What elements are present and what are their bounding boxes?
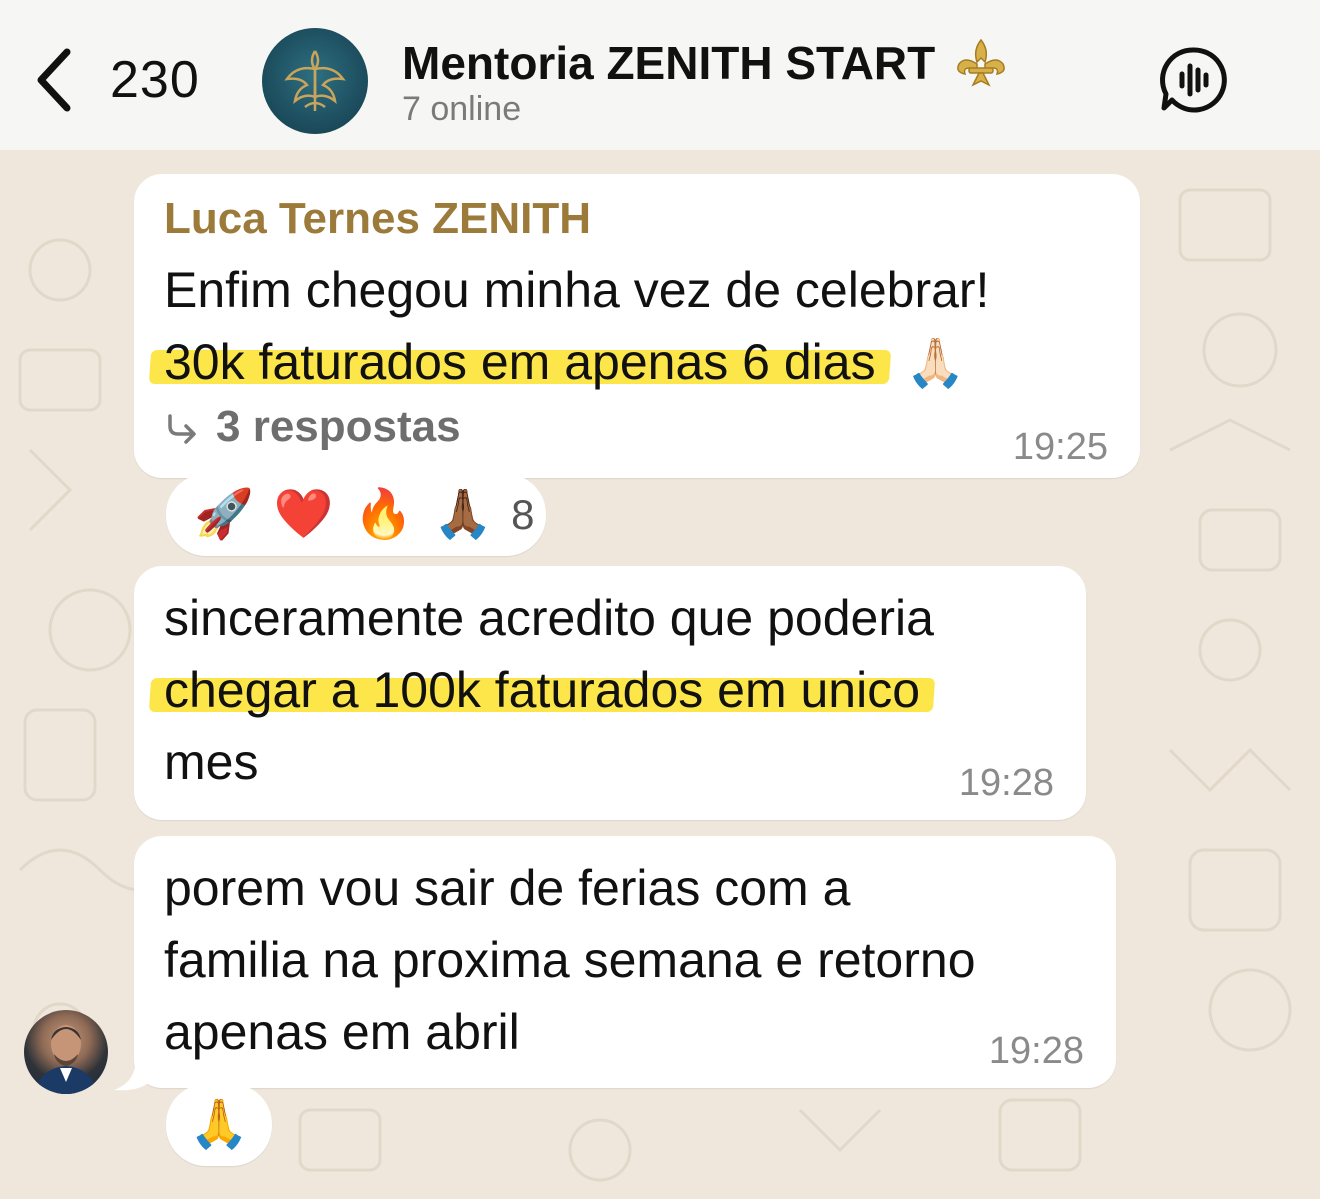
rocket-reaction[interactable]: 🚀 xyxy=(194,491,254,539)
heart-reaction[interactable]: ❤️ xyxy=(274,491,334,539)
user-avatar[interactable] xyxy=(24,1010,108,1094)
message-text: sinceramente acredito que poderia xyxy=(164,590,934,646)
message-bubble[interactable]: Luca Ternes ZENITH Enfim chegou minha ve… xyxy=(134,174,1140,478)
user-photo xyxy=(34,1025,98,1094)
group-title[interactable]: Mentoria ZENITH START xyxy=(402,36,1009,90)
message-time: 19:28 xyxy=(958,762,1054,804)
message-bubble[interactable]: sinceramente acredito que poderia chegar… xyxy=(134,566,1086,820)
reply-arrow-icon xyxy=(168,414,196,444)
fleur-de-lis-icon xyxy=(953,38,1009,88)
message-text: familia na proxima semana e retorno xyxy=(164,932,976,988)
voice-chat-icon xyxy=(1160,47,1227,113)
group-name: Mentoria ZENITH START xyxy=(402,37,936,89)
message-text-highlighted: 30k faturados em apenas 6 dias 🙏🏻 xyxy=(164,326,975,398)
highlighted-text: 30k faturados em apenas 6 dias xyxy=(164,334,876,390)
chevron-left-icon xyxy=(30,40,76,120)
back-button[interactable]: 230 xyxy=(30,40,220,120)
reactions-bar[interactable]: 🚀 ❤️ 🔥 🙏🏾 8 xyxy=(166,474,546,556)
message-time: 19:25 xyxy=(1012,426,1108,468)
message-text: porem vou sair de ferias com a xyxy=(164,860,851,916)
message-text: apenas em abril xyxy=(164,1004,520,1060)
replies-count: 3 respostas xyxy=(216,402,461,451)
message-text: Enfim chegou minha vez de celebrar! xyxy=(164,262,990,318)
replies-link[interactable]: 3 respostas xyxy=(164,402,461,452)
reaction-count: 8 xyxy=(511,491,535,538)
message-text: mes xyxy=(164,734,259,790)
message-text-highlighted: chegar a 100k faturados em unico xyxy=(164,654,920,726)
message-time: 19:28 xyxy=(988,1030,1084,1072)
phoenix-logo-icon xyxy=(284,50,346,111)
sender-name[interactable]: Luca Ternes ZENITH xyxy=(164,194,591,244)
highlighted-text: chegar a 100k faturados em unico xyxy=(164,662,921,718)
reactions-bar[interactable]: 🙏 xyxy=(166,1084,272,1166)
praying-hands-emoji: 🙏🏻 xyxy=(905,337,966,390)
fire-reaction[interactable]: 🔥 xyxy=(354,491,414,539)
praying-hands-reaction[interactable]: 🙏🏾 xyxy=(433,491,493,539)
online-status: 7 online xyxy=(402,90,522,128)
group-avatar[interactable] xyxy=(262,28,368,134)
bubble-tail xyxy=(114,1058,152,1091)
unread-count: 230 xyxy=(110,51,200,109)
message-bubble[interactable]: porem vou sair de ferias com a familia n… xyxy=(134,836,1116,1088)
chat-header: 230 Mentoria ZENITH START 7 online xyxy=(0,0,1320,150)
voice-chat-button[interactable] xyxy=(1158,44,1230,116)
praying-hands-reaction[interactable]: 🙏 xyxy=(189,1101,249,1149)
